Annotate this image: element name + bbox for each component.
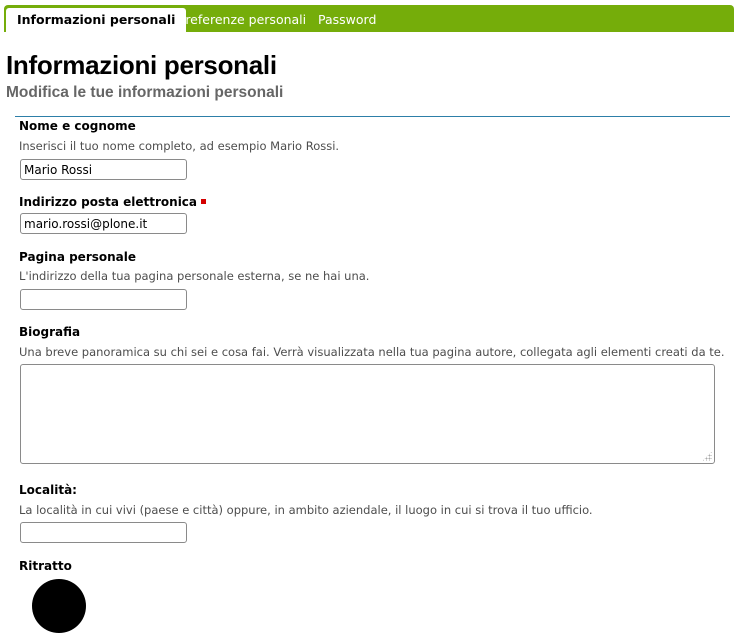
tab-bar: Informazioni personali Preferenze person… [4,5,734,33]
location-input[interactable] [20,522,187,543]
page-subtitle: Modifica le tue informazioni personali [6,84,284,101]
homepage-label: Pagina personale [19,250,137,264]
required-marker-icon [201,199,207,204]
email-label-text: Indirizzo posta elettronica [19,195,198,209]
portrait-image [32,579,86,633]
homepage-help: L'indirizzo della tua pagina personale e… [19,269,370,283]
title-divider [15,116,730,117]
fullname-help: Inserisci il tuo nome completo, ad esemp… [19,139,340,153]
fullname-input[interactable] [20,159,187,180]
tab-password[interactable]: Password [307,8,387,32]
resize-grip-icon[interactable] [702,451,712,461]
email-label: Indirizzo posta elettronica [19,195,207,209]
fullname-label: Nome e cognome [19,119,136,133]
email-input[interactable] [20,213,187,234]
location-label: Località: [19,483,77,497]
page-title: Informazioni personali [6,50,277,80]
biography-label: Biografia [19,325,81,339]
homepage-input[interactable] [20,289,187,310]
biography-textarea[interactable] [20,364,715,464]
portrait-label: Ritratto [19,559,72,573]
biography-help: Una breve panoramica su chi sei e cosa f… [19,345,725,359]
tab-informazioni-personali[interactable]: Informazioni personali [6,8,187,33]
location-help: La località in cui vivi (paese e città) … [19,503,593,517]
tab-preferenze-personali[interactable]: Preferenze personali [167,8,317,32]
